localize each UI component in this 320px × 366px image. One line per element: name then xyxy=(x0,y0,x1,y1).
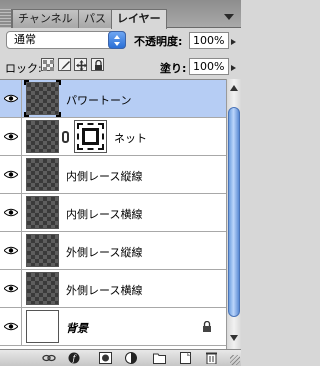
link-layers-icon xyxy=(42,354,56,362)
lock-label: ロック: xyxy=(5,62,42,75)
eye-icon xyxy=(4,322,18,331)
layer-row[interactable]: 外側レース縦線 xyxy=(0,232,226,270)
new-group-button[interactable] xyxy=(151,351,169,365)
layer-name[interactable]: ネット xyxy=(114,130,147,146)
layers-list: パワートーン ネット 内側レース縦線 内側レース横線 外側レース縦線 外側レース… xyxy=(0,79,226,349)
layer-name[interactable]: 内側レース横線 xyxy=(66,206,142,222)
eye-icon xyxy=(4,132,18,141)
visibility-toggle[interactable] xyxy=(0,80,22,118)
thumb-corner xyxy=(56,112,61,117)
blend-mode-value: 通常 xyxy=(14,33,36,46)
thumb-corner xyxy=(24,80,29,85)
layer-name[interactable]: 外側レース横線 xyxy=(66,282,142,298)
layer-name[interactable]: 外側レース縦線 xyxy=(66,244,142,260)
tab-paths[interactable]: パス xyxy=(78,9,112,28)
trash-icon xyxy=(206,352,217,364)
visibility-toggle[interactable] xyxy=(0,270,22,308)
layer-thumbnail[interactable] xyxy=(26,234,59,267)
panel-tab-bar: チャンネル パス レイヤー xyxy=(0,0,241,29)
adjustment-layer-icon xyxy=(125,352,137,364)
layer-mask-thumbnail[interactable] xyxy=(74,120,107,153)
layer-row[interactable]: 背景 xyxy=(0,308,226,346)
layer-name[interactable]: 内側レース縦線 xyxy=(66,168,142,184)
fill-input[interactable]: 100% xyxy=(189,58,229,75)
tab-layers[interactable]: レイヤー xyxy=(111,9,167,29)
layer-thumbnail[interactable] xyxy=(24,80,61,117)
opacity-label: 不透明度: xyxy=(134,35,183,48)
new-layer-button[interactable] xyxy=(177,351,195,365)
layer-name[interactable]: パワートーン xyxy=(66,92,131,108)
eye-icon xyxy=(4,246,18,255)
eye-icon xyxy=(4,284,18,293)
visibility-toggle[interactable] xyxy=(0,232,22,270)
layer-thumbnail[interactable] xyxy=(26,158,59,191)
visibility-toggle[interactable] xyxy=(0,194,22,232)
lock-position-icon[interactable] xyxy=(74,58,87,71)
visibility-toggle[interactable] xyxy=(0,308,22,346)
new-layer-icon xyxy=(180,352,191,364)
new-group-icon xyxy=(153,353,166,364)
opacity-slider-arrow-icon[interactable] xyxy=(230,33,239,49)
layer-style-icon: f xyxy=(68,352,80,364)
adjustment-layer-button[interactable] xyxy=(123,351,141,365)
eye-icon xyxy=(4,208,18,217)
lock-all-icon[interactable] xyxy=(91,58,104,71)
lock-pixels-icon[interactable] xyxy=(58,58,71,71)
link-layers-button[interactable] xyxy=(40,351,58,365)
add-mask-button[interactable] xyxy=(97,351,115,365)
eye-icon xyxy=(4,170,18,179)
thumb-corner xyxy=(56,80,61,85)
layers-scrollbar[interactable] xyxy=(226,79,241,349)
thumb-corner xyxy=(24,112,29,117)
panel-grip[interactable] xyxy=(0,9,12,28)
tab-channels[interactable]: チャンネル xyxy=(12,9,79,28)
blend-mode-select[interactable]: 通常 xyxy=(6,31,126,49)
delete-layer-button[interactable] xyxy=(203,351,221,365)
scroll-down-icon[interactable] xyxy=(227,331,241,345)
layer-row[interactable]: 外側レース横線 xyxy=(0,270,226,308)
mask-inner-frame xyxy=(82,128,99,145)
layer-thumbnail[interactable] xyxy=(26,120,59,153)
layer-row[interactable]: 内側レース横線 xyxy=(0,194,226,232)
layers-toolbar: f xyxy=(0,349,241,366)
layer-row[interactable]: ネット xyxy=(0,118,226,156)
scroll-thumb[interactable] xyxy=(228,107,240,317)
layer-row[interactable]: 内側レース縦線 xyxy=(0,156,226,194)
mask-link-icon[interactable] xyxy=(62,131,69,143)
scroll-up-icon[interactable] xyxy=(227,81,241,95)
lock-icon xyxy=(203,321,211,332)
lock-transparency-icon[interactable] xyxy=(41,58,54,71)
layer-name[interactable]: 背景 xyxy=(66,320,88,336)
fill-label: 塗り: xyxy=(160,62,187,75)
layer-thumbnail[interactable] xyxy=(26,272,59,305)
fill-slider-arrow-icon[interactable] xyxy=(230,59,239,75)
eye-icon xyxy=(4,94,18,103)
layer-thumbnail[interactable] xyxy=(26,310,59,343)
layer-style-button[interactable]: f xyxy=(66,351,84,365)
visibility-toggle[interactable] xyxy=(0,156,22,194)
select-arrows-icon[interactable] xyxy=(108,31,126,49)
layer-thumbnail[interactable] xyxy=(26,196,59,229)
opacity-input[interactable]: 100% xyxy=(189,32,229,49)
panel-menu-arrow-icon[interactable] xyxy=(224,14,234,20)
visibility-toggle[interactable] xyxy=(0,118,22,156)
layer-row[interactable]: パワートーン xyxy=(0,80,226,118)
layer-mask-icon xyxy=(99,352,112,364)
resize-grip[interactable] xyxy=(230,355,240,365)
